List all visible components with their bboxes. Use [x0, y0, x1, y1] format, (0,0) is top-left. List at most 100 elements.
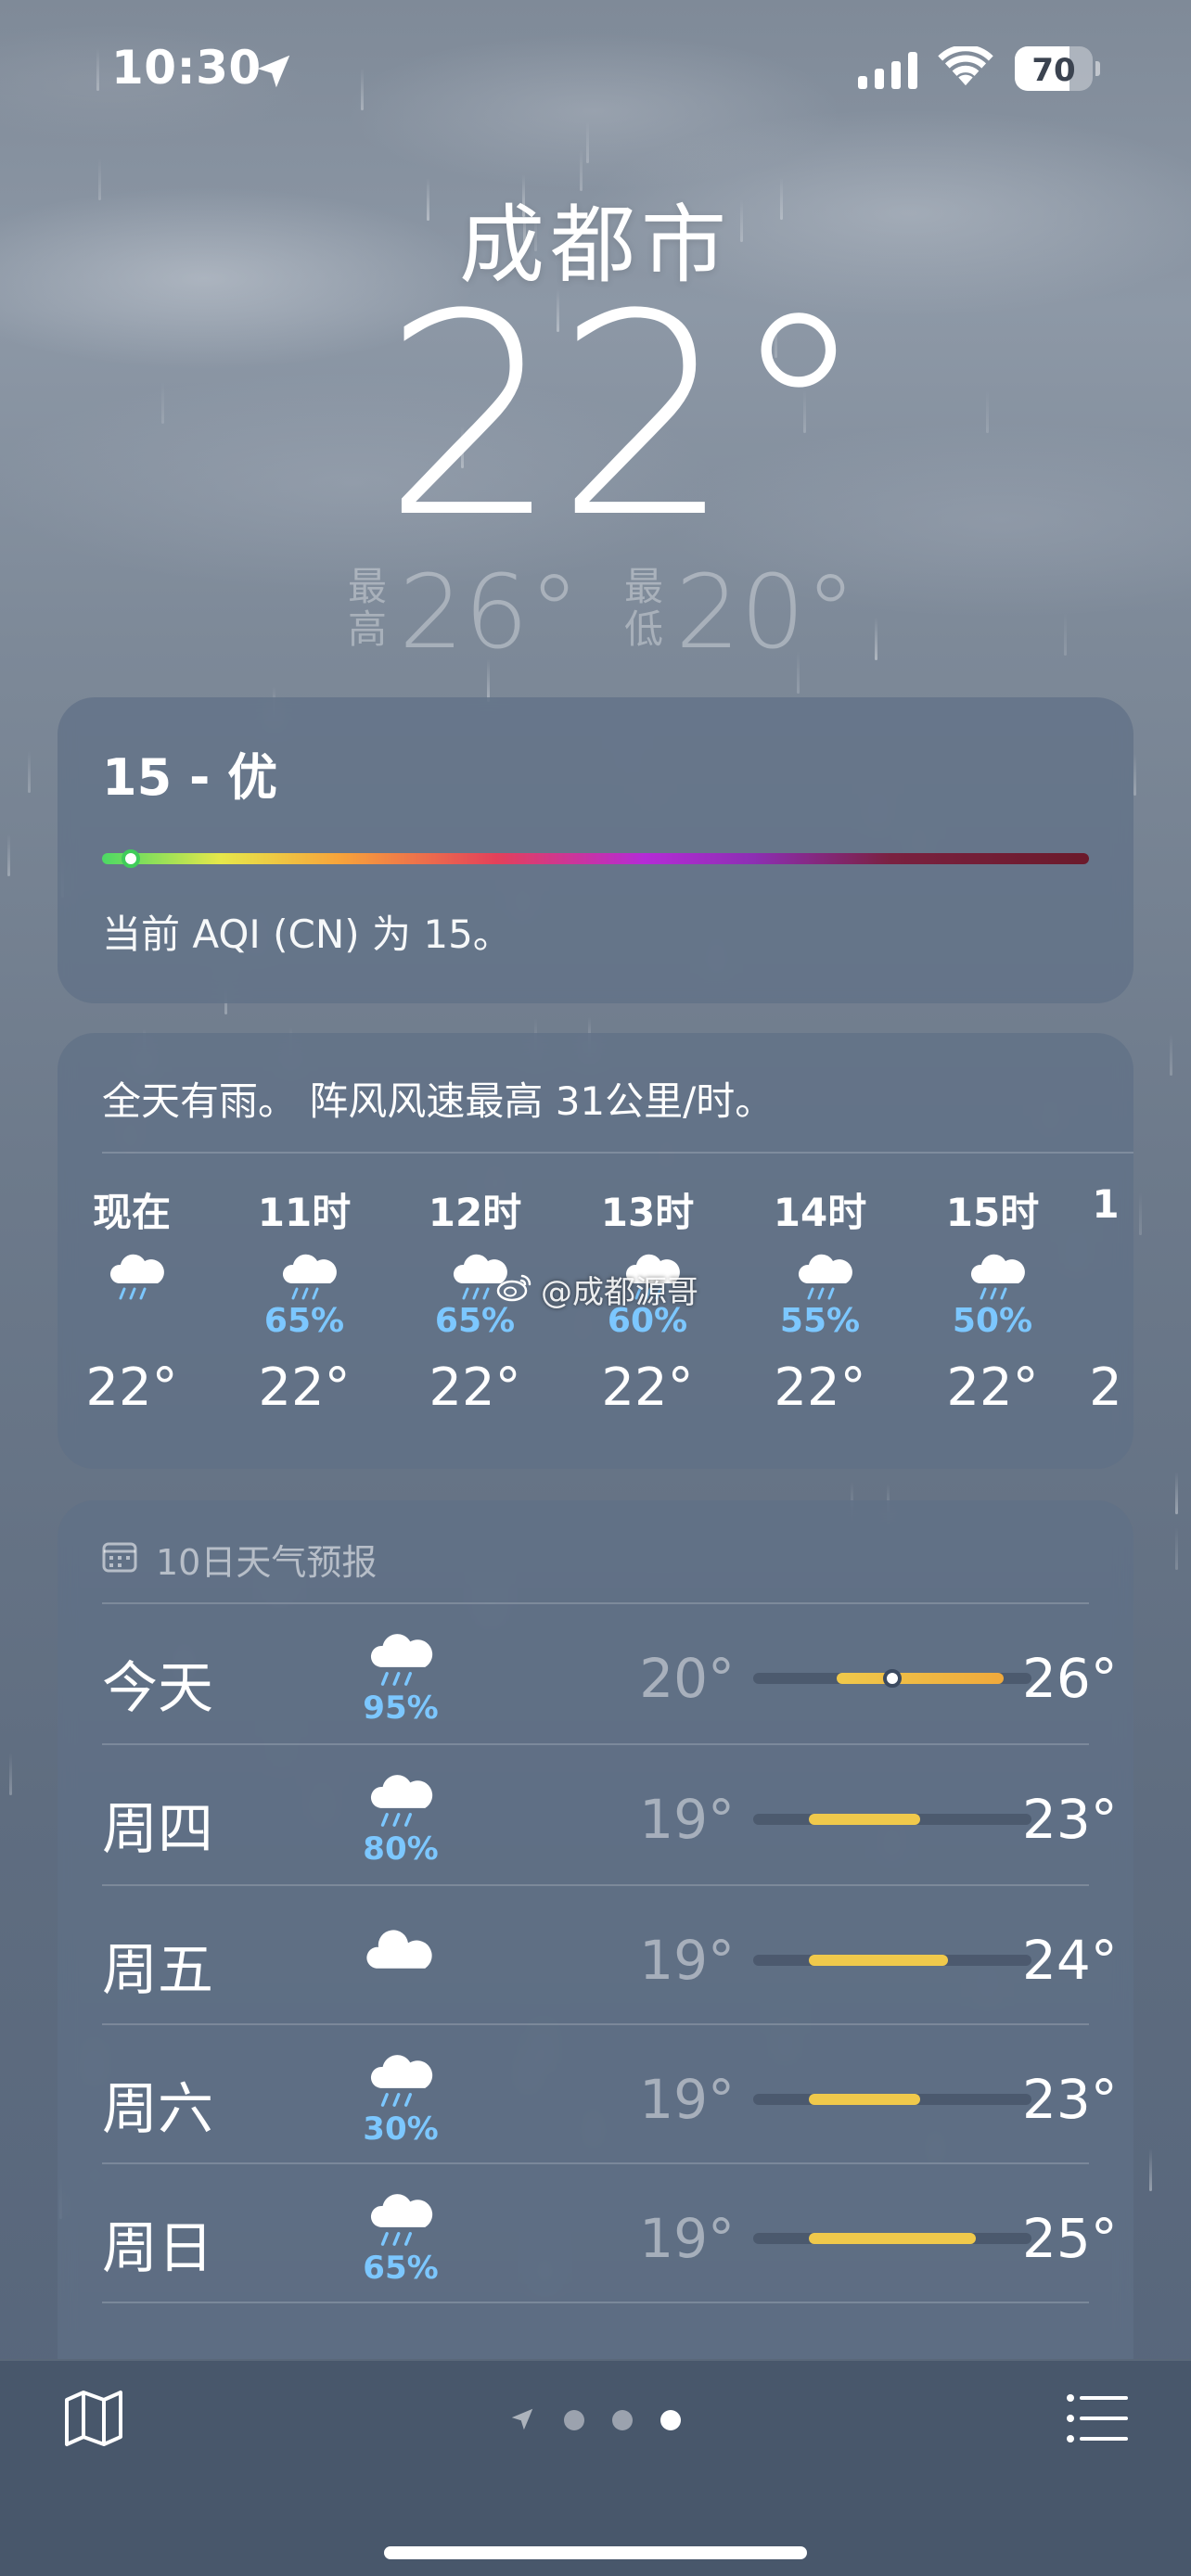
hour-label: 现在: [92, 1190, 171, 1235]
day-low: 20°: [639, 1647, 735, 1710]
bottom-toolbar: [0, 2359, 1191, 2576]
day-precip: 80%: [363, 1830, 439, 1868]
weibo-icon: [496, 1274, 531, 1302]
hour-item: 15时 50% 22°: [918, 1181, 1067, 1460]
hour-item: 11时 65% 22°: [230, 1181, 378, 1460]
rain-cloud-icon: [370, 1634, 433, 1686]
day-name: 周四: [102, 1797, 213, 1862]
location-arrow-icon: [511, 2408, 533, 2430]
aqi-title: 15 - 优: [102, 748, 278, 807]
day-row[interactable]: 周六 30% 19° 23°: [58, 2025, 1133, 2164]
rain-streak: [1175, 1472, 1178, 1514]
day-name: 周六: [102, 2077, 213, 2142]
hour-item-partial: 1 2: [1078, 1181, 1133, 1460]
hour-precip: 55%: [779, 1302, 861, 1340]
day-low: 19°: [639, 1929, 735, 1992]
rain-streak: [28, 750, 31, 793]
page-dot-active: [660, 2410, 681, 2430]
day-precip: 95%: [363, 1690, 439, 1727]
aqi-indicator: [122, 849, 141, 868]
hour-temp: 22°: [946, 1358, 1039, 1418]
home-indicator[interactable]: [384, 2546, 807, 2559]
hour-precip: 65%: [263, 1302, 345, 1340]
location-arrow-icon: [257, 55, 290, 88]
hour-temp: 2: [1089, 1358, 1122, 1418]
aqi-description: 当前 AQI (CN) 为 15。: [102, 912, 512, 957]
range-fill: [809, 2233, 976, 2244]
hour-precip: 65%: [434, 1302, 516, 1340]
hourly-scroll[interactable]: 现在 22° 11时 65% 22° 12时 65% 22° 13时 60% 2…: [58, 1181, 1133, 1460]
day-low: 19°: [639, 2068, 735, 2131]
hour-temp: 22°: [601, 1358, 694, 1418]
rain-cloud-icon: [370, 2055, 433, 2107]
hour-label: 13时: [600, 1190, 695, 1235]
day-name: 今天: [102, 1656, 213, 1721]
map-icon[interactable]: [61, 2389, 126, 2448]
day-precip: 65%: [363, 2250, 439, 2287]
hour-item: 14时 55% 22°: [746, 1181, 894, 1460]
rain-streak: [9, 1753, 12, 1795]
temperature-range-bar: [753, 2233, 1031, 2244]
rain-cloud-icon: [109, 1254, 164, 1300]
list-icon[interactable]: [1065, 2391, 1130, 2446]
cloud-icon: [366, 1930, 432, 1969]
page-dot: [612, 2410, 633, 2430]
hourly-forecast-card[interactable]: 全天有雨。 阵风风速最高 31公里/时。 现在 22° 11时 65% 22° …: [58, 1033, 1133, 1469]
hour-temp: 22°: [774, 1358, 866, 1418]
hour-label: 1: [1092, 1181, 1120, 1227]
day-high: 25°: [1022, 2207, 1118, 2270]
rain-streak: [1149, 2149, 1152, 2191]
day-row[interactable]: 周五 19° 24°: [58, 1886, 1133, 2025]
current-temperature: 22°: [382, 255, 868, 579]
watermark-text: @成都源哥: [541, 1274, 698, 1311]
status-bar: 10:30 70: [0, 0, 1191, 139]
rain-cloud-icon: [370, 2194, 433, 2246]
range-fill: [809, 2094, 920, 2105]
temperature-range-bar: [753, 1669, 1031, 1688]
calendar-icon: [102, 1542, 137, 1573]
divider: [102, 2302, 1089, 2303]
divider: [102, 1152, 1133, 1154]
hour-temp: 22°: [258, 1358, 351, 1418]
temperature-range-bar: [753, 1955, 1031, 1966]
rain-streak: [1133, 753, 1136, 796]
rain-cloud-icon: [970, 1254, 1025, 1300]
day-low: 19°: [639, 2207, 735, 2270]
page-dot: [564, 2410, 584, 2430]
hourly-summary: 全天有雨。 阵风风速最高 31公里/时。: [102, 1078, 775, 1124]
temperature-range-bar: [753, 1814, 1031, 1825]
day-high: 23°: [1022, 1788, 1118, 1851]
low-label: 最低: [623, 564, 663, 652]
ten-day-title: 10日天气预报: [156, 1542, 378, 1583]
battery-icon: 70: [1015, 46, 1100, 91]
range-fill: [837, 1673, 1004, 1684]
high-low: 最高 26° 最低 20°: [0, 556, 1191, 668]
hour-temp: 22°: [85, 1358, 178, 1418]
hour-label: 15时: [945, 1190, 1040, 1235]
high-temperature: 26°: [399, 553, 580, 671]
hour-item: 12时 65% 22°: [401, 1181, 549, 1460]
rain-streak: [1139, 1192, 1142, 1235]
day-row[interactable]: 周四 80% 19° 23°: [58, 1745, 1133, 1884]
day-row[interactable]: 今天 95% 20° 26°: [58, 1604, 1133, 1743]
low-temperature: 20°: [675, 553, 856, 671]
hour-label: 14时: [773, 1190, 867, 1235]
hour-label: 12时: [428, 1190, 522, 1235]
rain-cloud-icon: [798, 1254, 852, 1300]
hour-precip: 50%: [952, 1302, 1033, 1340]
range-fill: [809, 1814, 920, 1825]
day-low: 19°: [639, 1788, 735, 1851]
page-indicator[interactable]: [508, 2405, 694, 2433]
status-time: 10:30: [111, 41, 262, 95]
hour-item: 现在 22°: [58, 1181, 206, 1460]
day-high: 24°: [1022, 1929, 1118, 1992]
high-label: 最高: [347, 564, 387, 652]
rain-cloud-icon: [370, 1775, 433, 1827]
air-quality-card[interactable]: 15 - 优 当前 AQI (CN) 为 15。: [58, 697, 1133, 1003]
battery-level: 70: [1031, 52, 1076, 89]
cellular-signal-icon: [858, 52, 917, 89]
day-name: 周日: [102, 2216, 213, 2281]
day-row[interactable]: 周日 65% 19° 25°: [58, 2164, 1133, 2303]
day-high: 23°: [1022, 2068, 1118, 2131]
aqi-scale-bar: [102, 849, 1089, 868]
